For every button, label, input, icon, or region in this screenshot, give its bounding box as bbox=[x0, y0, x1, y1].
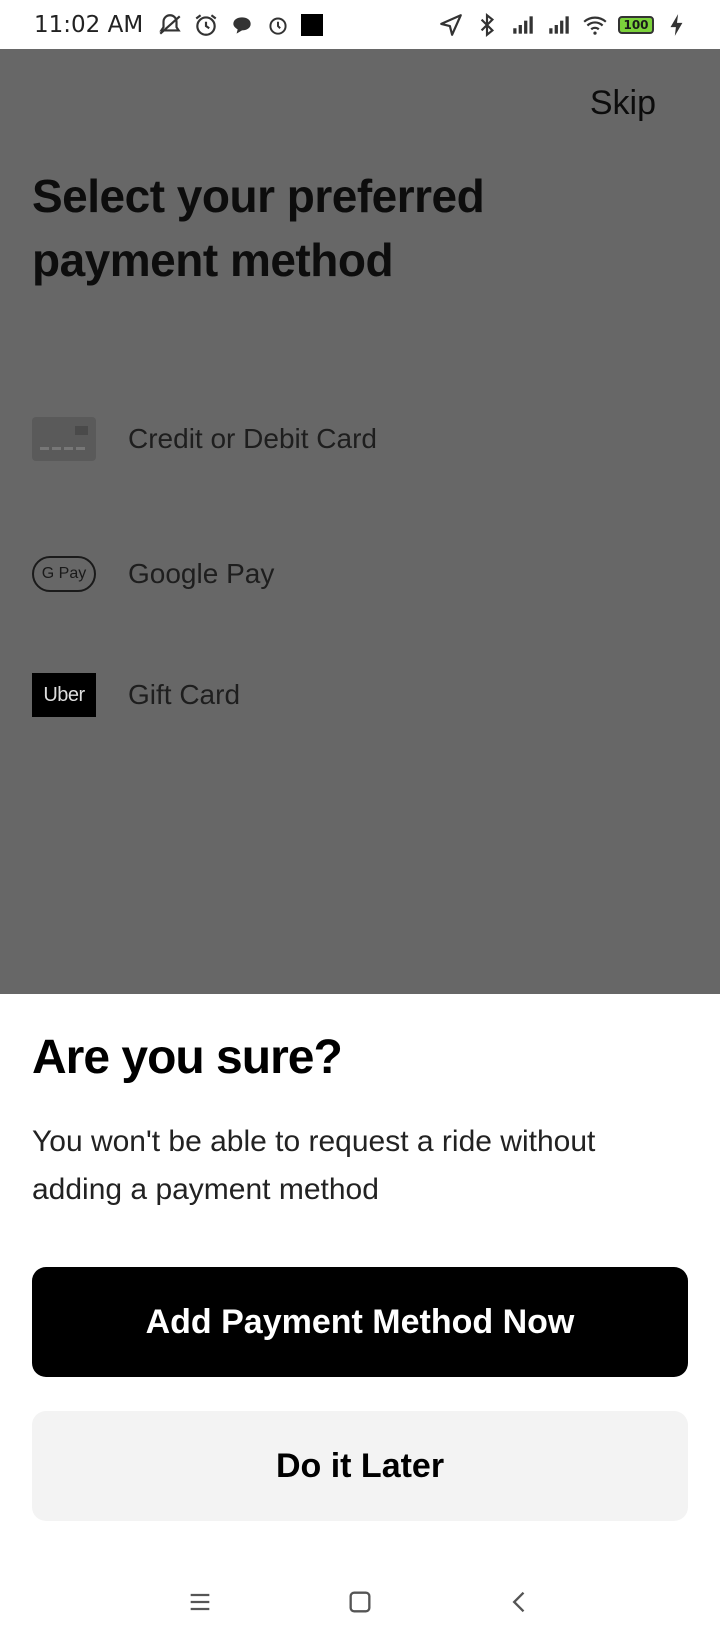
status-time: 11:02 AM bbox=[34, 11, 144, 38]
status-left-group: 11:02 AM bbox=[34, 11, 324, 38]
skip-link[interactable]: Skip bbox=[590, 84, 656, 123]
payment-option-card[interactable]: Credit or Debit Card bbox=[32, 416, 377, 462]
location-arrow-icon bbox=[438, 12, 464, 38]
payment-option-label: Gift Card bbox=[128, 679, 241, 710]
status-bar: 11:02 AM 100 bbox=[0, 0, 720, 49]
alarm-outline-icon bbox=[265, 12, 291, 38]
google-pay-icon: G Pay bbox=[32, 556, 96, 592]
add-payment-method-button[interactable]: Add Payment Method Now bbox=[32, 1267, 688, 1377]
battery-icon: 100 bbox=[618, 15, 654, 34]
alarm-icon bbox=[193, 12, 219, 38]
payment-option-gift-card[interactable]: Uber Gift Card bbox=[32, 672, 240, 718]
charging-icon bbox=[664, 12, 690, 38]
wifi-icon bbox=[582, 12, 608, 38]
payment-option-label: Credit or Debit Card bbox=[128, 423, 377, 454]
chat-bubble-icon bbox=[229, 12, 255, 38]
back-chevron-icon[interactable] bbox=[500, 1582, 540, 1622]
bluetooth-icon bbox=[474, 12, 500, 38]
uber-gift-card-icon: Uber bbox=[32, 673, 96, 717]
signal-icon bbox=[546, 12, 572, 38]
status-right-group: 100 bbox=[438, 12, 690, 38]
sheet-body: You won't be able to request a ride with… bbox=[32, 1125, 596, 1206]
navigation-bar bbox=[0, 1570, 720, 1634]
muted-bell-icon bbox=[157, 12, 183, 38]
page-title: Select your preferred payment method bbox=[32, 170, 485, 286]
payment-option-label: Google Pay bbox=[128, 558, 275, 589]
payment-option-google-pay[interactable]: G Pay Google Pay bbox=[32, 551, 274, 597]
menu-icon[interactable] bbox=[180, 1582, 220, 1622]
home-square-icon[interactable] bbox=[340, 1582, 380, 1622]
sheet-title: Are you sure? bbox=[32, 1031, 343, 1084]
black-square-icon bbox=[301, 13, 324, 36]
credit-card-icon bbox=[32, 417, 96, 461]
do-it-later-button[interactable]: Do it Later bbox=[32, 1411, 688, 1521]
signal-icon bbox=[510, 12, 536, 38]
